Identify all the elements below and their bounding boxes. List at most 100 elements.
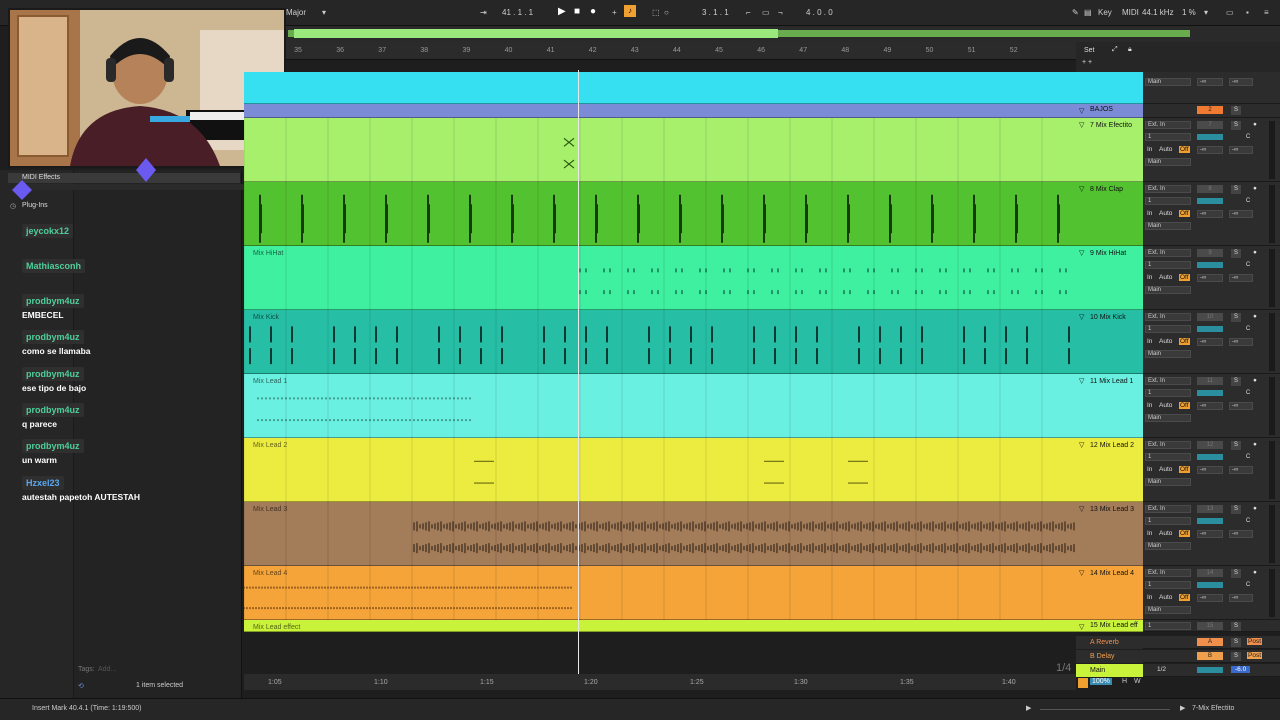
volume-fader[interactable] — [1197, 390, 1223, 396]
input-type-select[interactable]: Ext. In — [1145, 505, 1191, 513]
output-select[interactable]: Main — [1145, 78, 1191, 86]
output-select[interactable]: Main — [1145, 542, 1191, 550]
arm-icon[interactable]: ● — [1253, 185, 1257, 192]
send-b[interactable]: -∞ — [1229, 594, 1253, 602]
track-header[interactable]: ▽ 9 Mix HiHat — [1076, 246, 1143, 310]
center-button[interactable]: C — [1243, 197, 1253, 206]
arm-icon[interactable]: ● — [1253, 121, 1257, 128]
monitor-off[interactable]: Off — [1179, 210, 1190, 217]
track-name[interactable]: BAJOS — [1090, 106, 1113, 113]
arm-icon[interactable]: ● — [1253, 505, 1257, 512]
return-letter[interactable]: B — [1197, 652, 1223, 660]
height-toggle[interactable]: H — [1122, 678, 1127, 685]
zoom-level[interactable]: 100% — [1090, 678, 1112, 685]
arrangement-clip[interactable]: Mix Lead 4 — [244, 566, 1076, 620]
arm-icon[interactable]: ● — [1253, 249, 1257, 256]
solo-button[interactable]: S — [1231, 121, 1241, 130]
fold-icon[interactable]: ▽ — [1079, 121, 1084, 129]
send-a[interactable]: -∞ — [1197, 466, 1223, 474]
send-a[interactable]: -∞ — [1197, 338, 1223, 346]
monitor-auto[interactable]: Auto — [1159, 594, 1172, 601]
fold-icon[interactable]: ▽ — [1079, 623, 1084, 631]
monitor-off[interactable]: Off — [1179, 402, 1190, 409]
input-channel-select[interactable]: 1 — [1145, 581, 1191, 589]
monitor-auto[interactable]: Auto — [1159, 274, 1172, 281]
solo-button[interactable]: S — [1231, 638, 1241, 647]
arrangement-clip[interactable]: Mix Lead 2 — [244, 438, 1076, 502]
width-toggle[interactable]: W — [1134, 678, 1141, 685]
solo-button[interactable]: S — [1231, 622, 1241, 631]
send-b[interactable]: -∞ — [1229, 78, 1253, 86]
send-a[interactable]: -∞ — [1197, 146, 1223, 154]
output-select[interactable]: Main — [1145, 414, 1191, 422]
fold-icon[interactable]: ▽ — [1079, 441, 1084, 449]
center-button[interactable]: C — [1243, 581, 1253, 590]
monitor-in[interactable]: In — [1147, 402, 1152, 409]
return-header[interactable]: Main — [1076, 664, 1143, 677]
track-number[interactable]: 15 — [1197, 622, 1223, 630]
return-header[interactable]: A Reverb — [1076, 636, 1143, 649]
arm-icon[interactable]: ● — [1253, 441, 1257, 448]
track-number[interactable]: 7 — [1197, 121, 1223, 129]
input-type-select[interactable]: Ext. In — [1145, 121, 1191, 129]
monitor-auto[interactable]: Auto — [1159, 402, 1172, 409]
monitor-off[interactable]: Off — [1179, 338, 1190, 345]
center-button[interactable]: C — [1243, 261, 1253, 270]
solo-button[interactable]: S — [1231, 185, 1241, 194]
track-header[interactable]: ▽ BAJOS — [1076, 104, 1143, 118]
track-header[interactable]: ▽ 15 Mix Lead eff — [1076, 620, 1143, 632]
monitor-in[interactable]: In — [1147, 594, 1152, 601]
track-name[interactable]: 14 Mix Lead 4 — [1090, 570, 1134, 577]
input-type-select[interactable]: Ext. In — [1145, 569, 1191, 577]
track-header[interactable]: ▽ 7 Mix Efectito — [1076, 118, 1143, 182]
monitor-in[interactable]: In — [1147, 210, 1152, 217]
monitor-in[interactable]: In — [1147, 530, 1152, 537]
volume-fader[interactable] — [1197, 582, 1223, 588]
main-ratio[interactable]: 1/2 — [1157, 666, 1166, 673]
output-select[interactable]: Main — [1145, 478, 1191, 486]
arrangement-clip[interactable]: Mix HiHat — [244, 246, 1076, 310]
output-select[interactable]: Main — [1145, 222, 1191, 230]
solo-button[interactable]: S — [1231, 377, 1241, 386]
track-header[interactable] — [1076, 72, 1143, 104]
monitor-off[interactable]: Off — [1179, 594, 1190, 601]
input-channel-select[interactable]: 1 — [1145, 622, 1191, 630]
track-header[interactable]: ▽ 13 Mix Lead 3 — [1076, 502, 1143, 566]
record-follow-icon[interactable] — [1078, 678, 1088, 688]
arm-icon[interactable]: ● — [1253, 569, 1257, 576]
output-select[interactable]: Main — [1145, 606, 1191, 614]
input-channel-select[interactable]: 1 — [1145, 261, 1191, 269]
send-a[interactable]: -∞ — [1197, 594, 1223, 602]
volume-fader[interactable] — [1197, 262, 1223, 268]
track-header[interactable]: ▽ 14 Mix Lead 4 — [1076, 566, 1143, 620]
input-channel-select[interactable]: 1 — [1145, 453, 1191, 461]
monitor-auto[interactable]: Auto — [1159, 146, 1172, 153]
fold-icon[interactable]: ▽ — [1079, 505, 1084, 513]
center-button[interactable]: C — [1243, 389, 1253, 398]
arrangement-clip[interactable]: Mix Lead effect — [244, 620, 1076, 632]
track-header[interactable]: ▽ 8 Mix Clap — [1076, 182, 1143, 246]
solo-button[interactable]: S — [1231, 249, 1241, 258]
track-number[interactable]: 8 — [1197, 185, 1223, 193]
solo-button[interactable]: S — [1231, 106, 1241, 115]
center-button[interactable]: C — [1243, 325, 1253, 334]
post-toggle[interactable]: Post — [1247, 652, 1263, 659]
main-volume-fader[interactable] — [1197, 667, 1223, 673]
send-b[interactable]: -∞ — [1229, 402, 1253, 410]
arm-icon[interactable]: ● — [1253, 377, 1257, 384]
volume-fader[interactable] — [1197, 198, 1223, 204]
monitor-off[interactable]: Off — [1179, 466, 1190, 473]
send-b[interactable]: -∞ — [1229, 338, 1253, 346]
monitor-off[interactable]: Off — [1179, 146, 1190, 153]
fold-icon[interactable]: ▽ — [1079, 377, 1084, 385]
input-channel-select[interactable]: 1 — [1145, 325, 1191, 333]
input-type-select[interactable]: Ext. In — [1145, 377, 1191, 385]
input-type-select[interactable]: Ext. In — [1145, 313, 1191, 321]
monitor-auto[interactable]: Auto — [1159, 530, 1172, 537]
output-select[interactable]: Main — [1145, 286, 1191, 294]
arrangement-clip[interactable]: Mix Lead 3 — [244, 502, 1076, 566]
track-header[interactable]: ▽ 10 Mix Kick — [1076, 310, 1143, 374]
input-channel-select[interactable]: 1 — [1145, 197, 1191, 205]
solo-button[interactable]: S — [1231, 313, 1241, 322]
fold-icon[interactable]: ▽ — [1079, 313, 1084, 321]
